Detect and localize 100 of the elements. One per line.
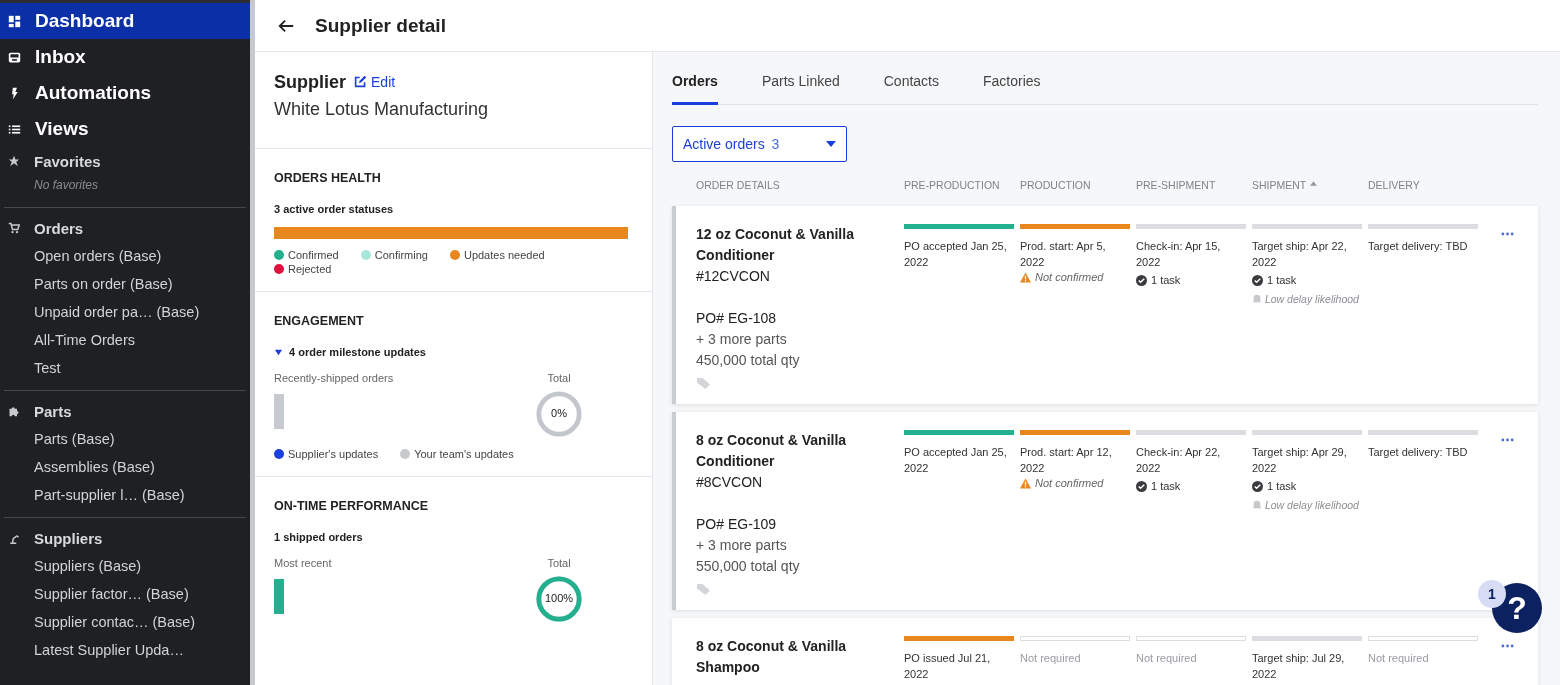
sidebar-section-title[interactable]: Suppliers	[34, 529, 103, 547]
sidebar-item[interactable]: Assemblies (Base)	[4, 453, 246, 481]
task-count[interactable]: 1 task	[1267, 480, 1297, 492]
sidebar-item[interactable]: Unpaid order pa… (Base)	[4, 298, 246, 326]
more-options-icon[interactable]	[1501, 644, 1514, 648]
order-card[interactable]	[672, 206, 1538, 404]
sidebar-section-title[interactable]: Orders	[34, 219, 84, 237]
more-options-icon[interactable]	[1501, 438, 1514, 442]
check-circle-icon	[1252, 274, 1263, 286]
step-text: PO issued Jul 21, 2022	[904, 651, 992, 682]
sort-up-icon	[1310, 181, 1318, 186]
order-title: 12 oz Coconut & Vanilla Conditioner	[696, 225, 855, 265]
sidebar-item[interactable]: Open orders (Base)	[4, 242, 246, 270]
warning-text: Not confirmed	[1035, 271, 1104, 283]
step-text: Prod. start: Apr 5, 2022	[1020, 239, 1107, 270]
legend-label: Supplier's updates	[288, 448, 379, 460]
column-header[interactable]: PRODUCTION	[1020, 179, 1130, 191]
supplier-label: Supplier	[274, 72, 346, 93]
puzzle-icon	[8, 405, 20, 417]
column-header[interactable]: DELIVERY	[1368, 179, 1478, 191]
column-header[interactable]: PRE-PRODUCTION	[904, 179, 1014, 191]
legend-label: Confirmed	[288, 249, 339, 261]
section-subtitle: 1 shipped orders	[274, 531, 364, 543]
star-icon	[8, 155, 20, 167]
delay-likelihood: Low delay likelihood	[1264, 499, 1359, 511]
warning-icon	[1020, 271, 1031, 283]
total-label: Total	[547, 557, 571, 569]
section-title: ON-TIME PERFORMANCE	[274, 499, 430, 513]
cart-icon	[8, 222, 20, 234]
tab[interactable]: Contacts	[883, 52, 939, 105]
donut-value: 0%	[550, 407, 568, 419]
edit-link[interactable]: Edit	[354, 73, 396, 90]
step-text: Target ship: Apr 29, 2022	[1252, 445, 1348, 476]
step-text: Check-in: Apr 22, 2022	[1136, 445, 1222, 476]
sidebar-item[interactable]: Suppliers (Base)	[4, 552, 246, 580]
step-text: Target ship: Apr 22, 2022	[1252, 239, 1348, 270]
column-header[interactable]: SHIPMENT	[1252, 179, 1362, 191]
legend-label: Updates needed	[463, 249, 545, 261]
sidebar-main-item[interactable]: Views	[0, 111, 250, 147]
sidebar-item[interactable]: Part-supplier l… (Base)	[4, 481, 246, 509]
donut-chart	[535, 390, 583, 438]
check-circle-icon	[1136, 480, 1147, 492]
sidebar-item[interactable]: Latest Supplier Upda…	[4, 636, 246, 664]
orders-filter-dropdown[interactable]: Active orders 3	[672, 126, 847, 162]
warning-text: Not confirmed	[1035, 477, 1104, 489]
sidebar-section-title[interactable]: Parts	[34, 402, 72, 420]
order-code: #12CVCON	[696, 267, 770, 286]
dashboard-icon	[8, 14, 21, 28]
supplier-name: White Lotus Manufacturing	[274, 99, 490, 120]
sidebar-item[interactable]: Supplier factor… (Base)	[4, 580, 246, 608]
total-qty: 450,000 total qty	[696, 351, 800, 370]
column-header[interactable]: ORDER DETAILS	[696, 179, 898, 191]
bell-icon	[1252, 500, 1262, 510]
caret-icon	[274, 347, 283, 357]
task-count[interactable]: 1 task	[1151, 480, 1181, 492]
total-label: Total	[547, 372, 571, 384]
sidebar-main-item[interactable]: Dashboard	[0, 3, 250, 39]
more-parts: + 3 more parts	[696, 330, 787, 349]
list-icon	[8, 122, 21, 136]
task-count[interactable]: 1 task	[1151, 274, 1181, 286]
page-title: Supplier detail	[315, 14, 446, 37]
legend-label: Rejected	[288, 263, 332, 275]
section-title: ENGAGEMENT	[274, 314, 365, 328]
caret-icon	[826, 141, 836, 147]
milestone-toggle[interactable]: 4 order milestone updates	[274, 346, 426, 358]
bell-icon	[1252, 294, 1262, 304]
sidebar-item[interactable]: Parts (Base)	[4, 425, 246, 453]
order-title: 8 oz Coconut & Vanilla Shampoo	[696, 637, 848, 677]
order-card[interactable]: 8 oz Coconut & Vanilla Shampoo PO issued Jul 21, 2022 Not required Not required Target ship: Jul 29, 2022 Not required	[672, 618, 1538, 685]
order-code: #8CVCON	[696, 473, 763, 492]
tab[interactable]: Parts Linked	[761, 52, 840, 105]
warning-icon	[1020, 477, 1031, 489]
total-qty: 550,000 total qty	[696, 557, 800, 576]
delay-likelihood: Low delay likelihood	[1264, 293, 1359, 305]
sidebar-main-item[interactable]: Automations	[0, 75, 250, 111]
po-number: PO# EG-109	[696, 515, 777, 534]
robot-arm-icon	[8, 532, 20, 544]
po-number: PO# EG-108	[696, 309, 777, 328]
step-text: PO accepted Jan 25, 2022	[904, 239, 1008, 270]
step-text: PO accepted Jan 25, 2022	[904, 445, 1008, 476]
sidebar-main-item[interactable]: Inbox	[0, 39, 250, 75]
scrollbar[interactable]	[250, 0, 255, 685]
more-parts: + 3 more parts	[696, 536, 787, 555]
task-count[interactable]: 1 task	[1267, 274, 1297, 286]
mini-bar	[274, 394, 284, 429]
step-text: Target ship: Jul 29, 2022	[1252, 651, 1346, 682]
tab[interactable]: Factories	[983, 52, 1041, 105]
sidebar-item[interactable]: Supplier contac… (Base)	[4, 608, 246, 636]
chart-label: Recently-shipped orders	[274, 372, 394, 384]
step-text: Not required	[1020, 651, 1081, 666]
step-text: Prod. start: Apr 12, 2022	[1020, 445, 1113, 476]
sidebar-section-title[interactable]: Favorites	[34, 152, 101, 170]
tab[interactable]: Orders	[672, 52, 718, 105]
sidebar-item[interactable]: Parts on order (Base)	[4, 270, 246, 298]
sidebar-item[interactable]: Test	[4, 354, 246, 382]
sidebar-item[interactable]: All-Time Orders	[4, 326, 246, 354]
column-header[interactable]: PRE-SHIPMENT	[1136, 179, 1246, 191]
order-title: 8 oz Coconut & Vanilla Conditioner	[696, 431, 848, 471]
more-options-icon[interactable]	[1501, 232, 1514, 236]
step-text: Target delivery: TBD	[1368, 239, 1468, 254]
